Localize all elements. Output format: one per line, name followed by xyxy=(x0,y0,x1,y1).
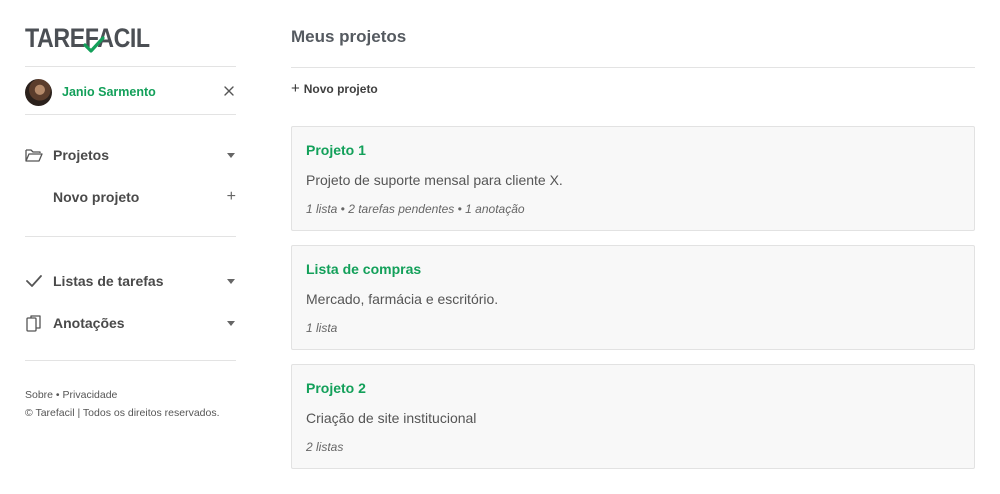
folder-icon xyxy=(25,146,43,164)
project-meta: 1 lista • 2 tarefas pendentes • 1 anotaç… xyxy=(306,202,525,216)
plus-icon[interactable]: + xyxy=(227,189,236,205)
caret-down-icon[interactable] xyxy=(226,318,236,328)
plus-icon: + xyxy=(291,80,300,97)
sidebar-item-projetos[interactable]: Projetos xyxy=(25,143,236,167)
project-meta: 2 listas xyxy=(306,440,344,454)
project-title[interactable]: Projeto 1 xyxy=(306,142,366,158)
header-divider xyxy=(291,67,975,68)
sidebar-divider xyxy=(25,114,236,115)
sidebar-divider xyxy=(25,236,236,237)
user-name[interactable]: Janio Sarmento xyxy=(62,85,156,99)
project-title[interactable]: Lista de compras xyxy=(306,261,421,277)
sidebar-item-label: Projetos xyxy=(53,147,110,163)
notes-icon xyxy=(25,314,43,332)
new-project-label: Novo projeto xyxy=(303,82,378,96)
footer-links[interactable]: Sobre • Privacidade xyxy=(25,389,117,401)
project-card[interactable]: Lista de compras Mercado, farmácia e esc… xyxy=(291,245,975,350)
project-description: Projeto de suporte mensal para cliente X… xyxy=(306,172,563,188)
sidebar-divider xyxy=(25,66,236,67)
logo-check-icon xyxy=(83,36,105,53)
sidebar-item-novo-projeto[interactable]: Novo projeto + xyxy=(25,185,236,209)
page-title: Meus projetos xyxy=(291,27,407,46)
sidebar-item-label: Novo projeto xyxy=(53,189,140,205)
project-title[interactable]: Projeto 2 xyxy=(306,380,366,396)
sidebar-item-listas-de-tarefas[interactable]: Listas de tarefas xyxy=(25,269,236,293)
footer-copyright: © Tarefacil | Todos os direitos reservad… xyxy=(25,407,220,419)
project-description: Mercado, farmácia e escritório. xyxy=(306,291,499,307)
close-icon[interactable] xyxy=(222,84,236,98)
sidebar-item-anotacoes[interactable]: Anotações xyxy=(25,311,236,335)
project-description: Criação de site institucional xyxy=(306,410,477,426)
project-card[interactable]: Projeto 1 Projeto de suporte mensal para… xyxy=(291,126,975,231)
caret-down-icon[interactable] xyxy=(226,276,236,286)
check-icon xyxy=(25,272,43,290)
sidebar-item-label: Listas de tarefas xyxy=(53,273,164,289)
sidebar-item-label: Anotações xyxy=(53,315,125,331)
app-logo[interactable]: TAREFACIL xyxy=(25,22,170,54)
sidebar: TAREFACIL Janio Sarmento Projetos Novo p… xyxy=(25,0,236,494)
main-content: Meus projetos + Novo projeto Projeto 1 P… xyxy=(291,0,975,494)
avatar[interactable] xyxy=(25,78,52,106)
project-card[interactable]: Projeto 2 Criação de site institucional … xyxy=(291,364,975,469)
sidebar-divider xyxy=(25,360,236,361)
project-meta: 1 lista xyxy=(306,321,338,335)
new-project-button[interactable]: + Novo projeto xyxy=(291,80,378,97)
user-profile[interactable]: Janio Sarmento xyxy=(25,78,236,106)
caret-down-icon[interactable] xyxy=(226,150,236,160)
